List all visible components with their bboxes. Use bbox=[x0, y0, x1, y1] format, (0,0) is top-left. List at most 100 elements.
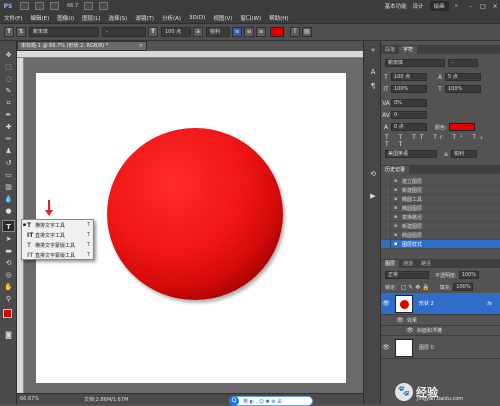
status-doc-size[interactable]: 文档:2.86M/1.67M bbox=[84, 396, 128, 403]
bridge-icon[interactable] bbox=[20, 2, 29, 10]
layer-row[interactable]: 👁 图层 0 bbox=[381, 337, 500, 359]
flyout-item-vertical-type[interactable]: IT 直排文字工具 T bbox=[22, 230, 93, 240]
history-brush-tool-icon[interactable]: ↺ bbox=[2, 157, 15, 169]
align-center-icon[interactable]: ≡ bbox=[244, 27, 254, 37]
3d-rotate-tool-icon[interactable]: ⟲ bbox=[2, 257, 15, 269]
blend-mode-select[interactable]: 正常 bbox=[385, 271, 429, 279]
menu-view[interactable]: 视图(V) bbox=[213, 14, 232, 22]
flyout-item-horizontal-type[interactable]: ▪ T 横排文字工具 T bbox=[22, 220, 93, 230]
workspace-menu-icon[interactable]: » bbox=[455, 3, 458, 9]
align-left-icon[interactable]: ≡ bbox=[232, 27, 242, 37]
char-baseline[interactable]: 0 点 bbox=[391, 123, 427, 131]
workspace-essentials[interactable]: 基本功能 bbox=[385, 2, 407, 10]
history-item[interactable]: ▪ 新建图层 bbox=[381, 221, 500, 231]
history-item[interactable]: ▪ 变换路径 bbox=[381, 212, 500, 222]
blur-tool-icon[interactable]: 💧 bbox=[2, 193, 15, 205]
extras-icon[interactable] bbox=[99, 2, 109, 10]
char-font-size[interactable]: 100 点 bbox=[391, 73, 427, 81]
marquee-tool-icon[interactable]: ⬚ bbox=[2, 61, 15, 73]
menu-filter[interactable]: 滤镜(T) bbox=[135, 14, 154, 22]
menu-3d[interactable]: 3D(D) bbox=[189, 15, 205, 21]
brush-tool-icon[interactable]: ✏ bbox=[2, 133, 15, 145]
font-family-select[interactable]: 新宋体 bbox=[29, 27, 99, 37]
move-tool-icon[interactable]: ✥ bbox=[2, 49, 15, 61]
type-tool-preset-icon[interactable]: T bbox=[4, 27, 14, 37]
text-color-swatch[interactable] bbox=[270, 27, 284, 37]
eye-icon[interactable]: 👁 bbox=[395, 317, 405, 324]
align-right-icon[interactable]: ≡ bbox=[256, 27, 266, 37]
warp-text-icon[interactable]: T bbox=[290, 27, 300, 37]
dock-actions-icon[interactable]: ▶ bbox=[367, 191, 379, 202]
char-panel-toggle-icon[interactable]: ▤ bbox=[302, 27, 312, 37]
shape-tool-icon[interactable]: ▬ bbox=[2, 245, 15, 257]
history-item[interactable]: ▪ 椭圆图层 bbox=[381, 230, 500, 240]
eye-icon[interactable]: 👁 bbox=[381, 344, 391, 351]
path-select-tool-icon[interactable]: ➤ bbox=[2, 233, 15, 245]
maximize-icon[interactable]: □ bbox=[478, 2, 488, 11]
orientation-toggle-icon[interactable]: ⇅ bbox=[16, 27, 26, 37]
gradient-tool-icon[interactable]: ▥ bbox=[2, 181, 15, 193]
tab-character[interactable]: 字符 bbox=[399, 46, 418, 54]
quick-select-tool-icon[interactable]: ✎ bbox=[2, 85, 15, 97]
menu-layer[interactable]: 图层(L) bbox=[82, 14, 100, 22]
tab-history[interactable]: 历史记录 bbox=[381, 166, 410, 174]
char-tracking[interactable]: 0% bbox=[391, 99, 427, 107]
tab-paragraph[interactable]: 段落 bbox=[381, 46, 399, 54]
menu-help[interactable]: 帮助(H) bbox=[269, 14, 288, 22]
close-icon[interactable]: × bbox=[490, 2, 500, 11]
workspace-design[interactable]: 设计 bbox=[413, 2, 424, 10]
tab-channels[interactable]: 通道 bbox=[399, 260, 417, 268]
menu-analysis[interactable]: 分析(A) bbox=[162, 14, 181, 22]
font-size-select[interactable]: 100 点 bbox=[161, 27, 191, 37]
horizontal-ruler[interactable] bbox=[17, 51, 363, 58]
minimize-icon[interactable]: – bbox=[466, 2, 476, 11]
dock-paragraph-icon[interactable]: ¶ bbox=[367, 81, 379, 92]
char-language[interactable]: 美国英语 bbox=[385, 150, 437, 158]
font-style-select[interactable]: - bbox=[102, 27, 146, 37]
opacity-input[interactable]: 100% bbox=[458, 271, 479, 279]
char-scale-h[interactable]: 100% bbox=[445, 85, 481, 93]
flyout-item-horizontal-type-mask[interactable]: T 横排文字蒙版工具 T bbox=[22, 240, 93, 250]
zoom-tool-icon[interactable]: ⚲ bbox=[2, 293, 15, 305]
char-font-style[interactable]: - bbox=[448, 59, 478, 67]
screen-mode-icon[interactable] bbox=[50, 2, 59, 10]
char-leading[interactable]: 5 点 bbox=[445, 73, 481, 81]
workspace-painting[interactable]: 绘画 bbox=[429, 1, 449, 11]
dock-history-icon[interactable]: ⟲ bbox=[367, 169, 379, 180]
char-font-family[interactable]: 新宋体 bbox=[385, 59, 445, 67]
menu-edit[interactable]: 编辑(E) bbox=[30, 14, 49, 22]
lock-icons[interactable]: □ ✎ ✥ 🔒 bbox=[401, 284, 430, 291]
char-scale-v[interactable]: 100% bbox=[391, 85, 427, 93]
eye-icon[interactable]: 👁 bbox=[405, 327, 415, 334]
arrange-icon[interactable] bbox=[84, 2, 94, 10]
layer-effect-item[interactable]: 👁 斜面和浮雕 bbox=[381, 326, 500, 336]
history-item-selected[interactable]: ▪ 图层样式 bbox=[381, 239, 500, 249]
menu-image[interactable]: 图像(I) bbox=[57, 14, 74, 22]
char-kerning[interactable]: 0 bbox=[391, 111, 427, 119]
layer-effects-row[interactable]: 👁 效果 bbox=[381, 316, 500, 326]
dock-char-icon[interactable]: A bbox=[367, 67, 379, 78]
document-close-icon[interactable]: × bbox=[139, 42, 143, 50]
menu-select[interactable]: 选择(S) bbox=[109, 14, 128, 22]
menu-window[interactable]: 窗口(W) bbox=[240, 14, 261, 22]
flyout-item-vertical-type-mask[interactable]: IT 直排文字蒙版工具 T bbox=[22, 250, 93, 260]
layer-row-selected[interactable]: 👁 形状 2 fx bbox=[381, 293, 500, 315]
status-zoom[interactable]: 66.67% bbox=[17, 396, 42, 402]
clone-stamp-tool-icon[interactable]: ♟ bbox=[2, 145, 15, 157]
eyedropper-tool-icon[interactable]: ✒ bbox=[2, 109, 15, 121]
foreground-color-swatch[interactable] bbox=[3, 309, 12, 318]
dodge-tool-icon[interactable]: ● bbox=[2, 205, 15, 217]
fill-input[interactable]: 100% bbox=[453, 283, 474, 291]
ime-toolbar[interactable]: Q 英 ◐ , ☺ ✱ ⚙ ⊞ bbox=[229, 396, 313, 406]
red-sphere-shape[interactable] bbox=[107, 128, 283, 300]
dock-collapse-icon[interactable]: « bbox=[367, 45, 379, 56]
history-item[interactable]: ▪ 新建图层 bbox=[381, 185, 500, 195]
history-item[interactable]: ▪ 建立图层 bbox=[381, 176, 500, 186]
crop-tool-icon[interactable]: ⌗ bbox=[2, 97, 15, 109]
hand-tool-icon[interactable]: ✋ bbox=[2, 281, 15, 293]
char-color-swatch[interactable] bbox=[448, 123, 475, 131]
minibridge-icon[interactable] bbox=[35, 2, 44, 10]
history-item[interactable]: ▪ 椭圆图层 bbox=[381, 203, 500, 213]
history-item[interactable]: ▪ 椭圆工具 bbox=[381, 194, 500, 204]
ime-status-icons[interactable]: 英 ◐ , ☺ ✱ ⚙ ⊞ bbox=[243, 398, 282, 405]
